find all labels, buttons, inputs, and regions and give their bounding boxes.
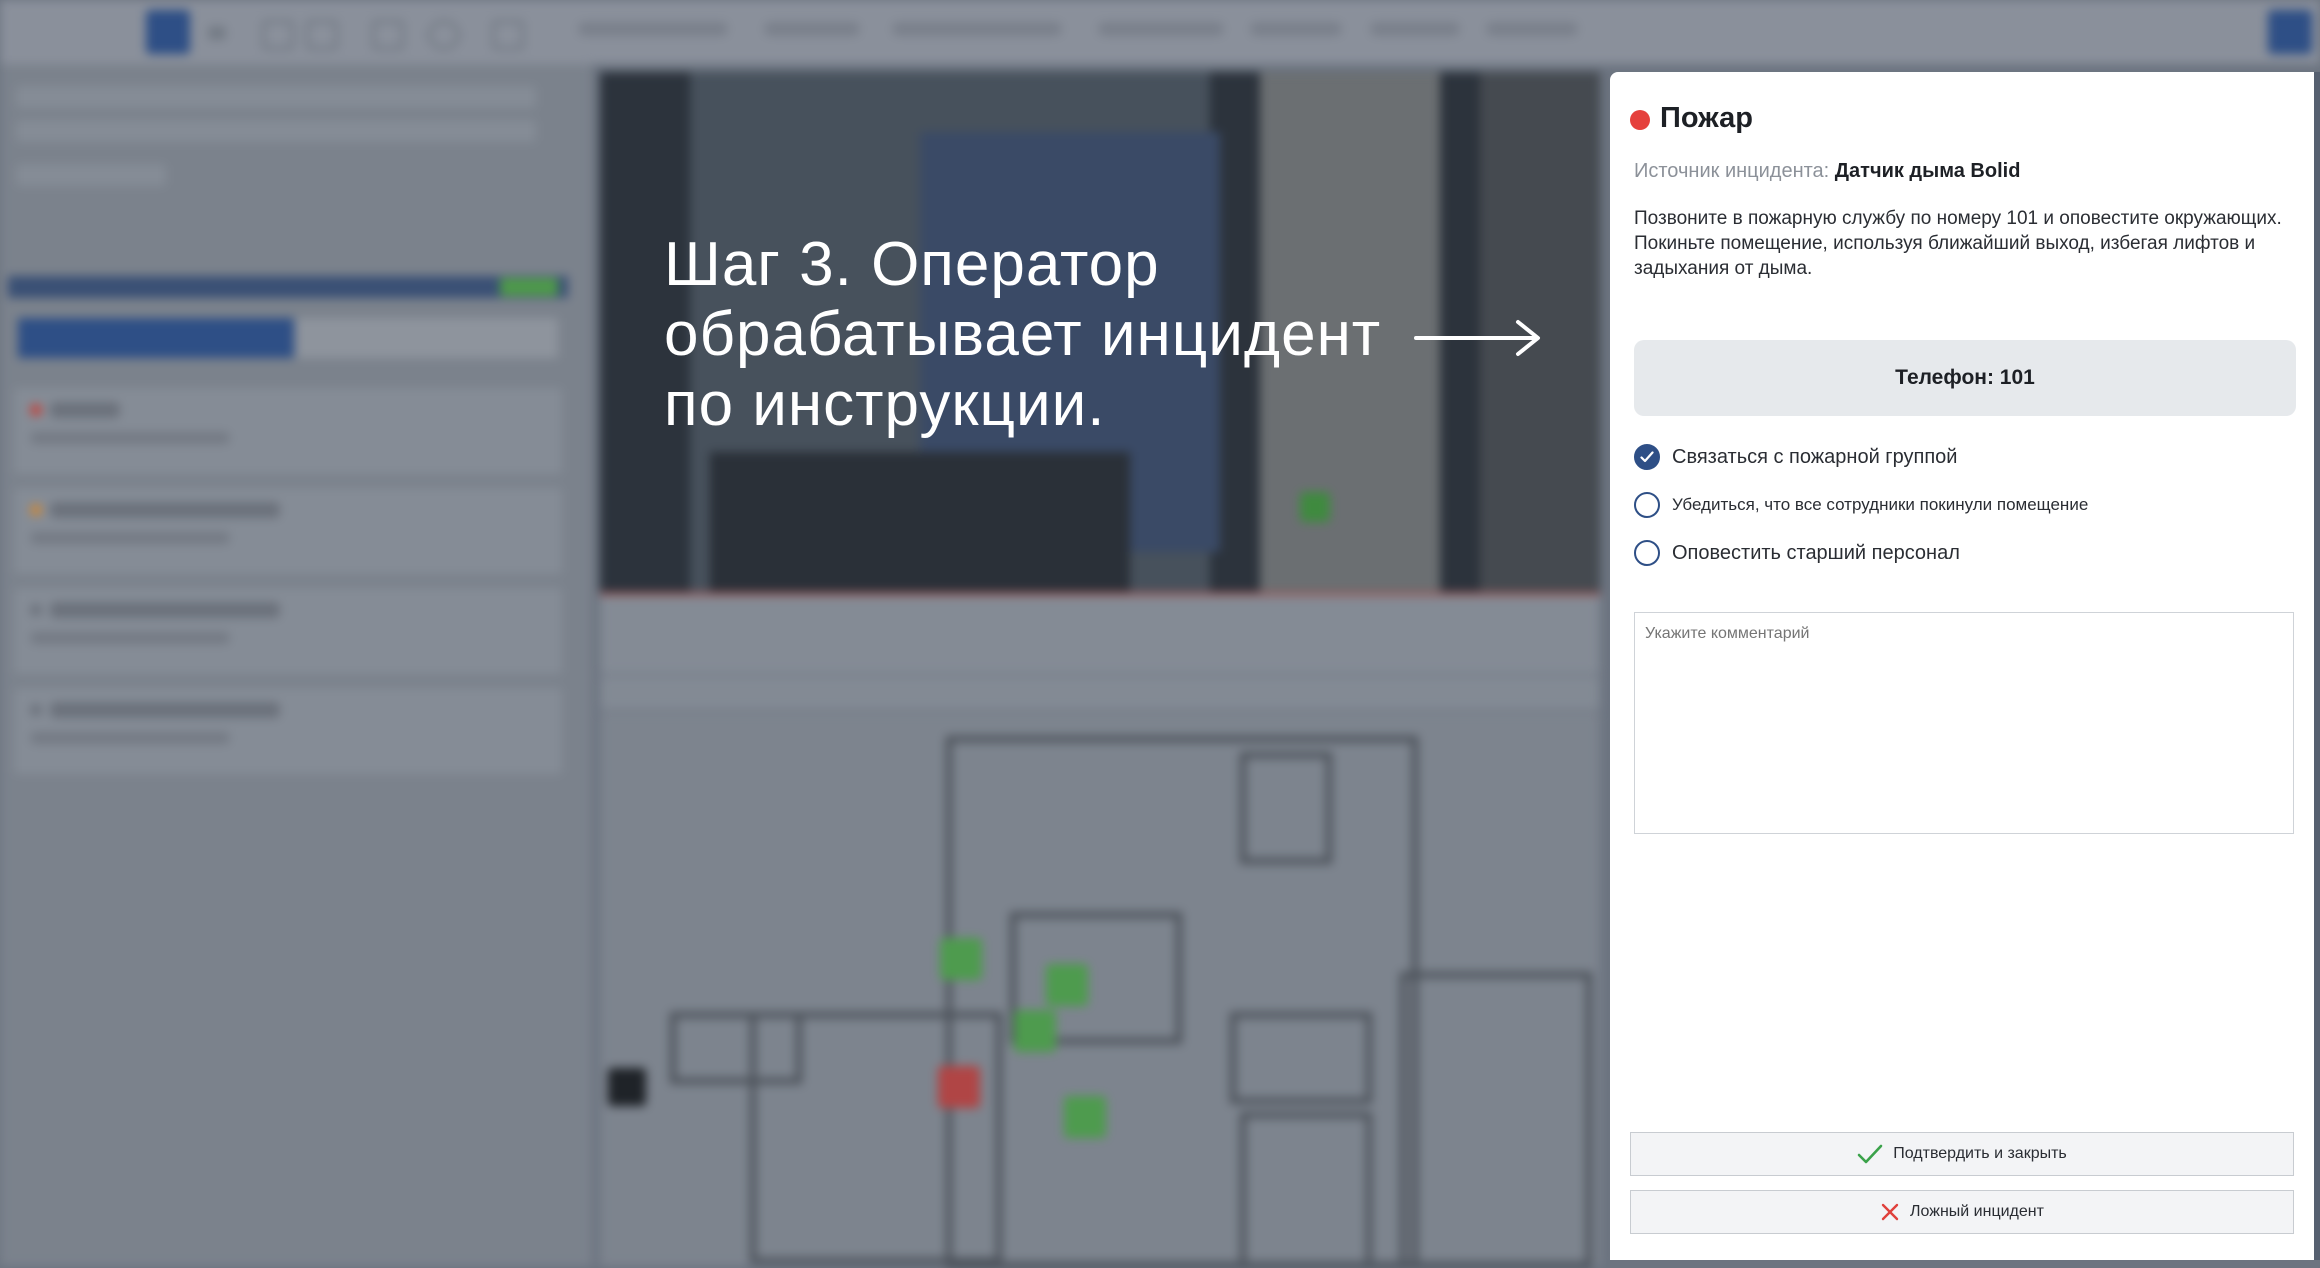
checklist-item[interactable]: Убедиться, что все сотрудники покинули п… bbox=[1634, 492, 2088, 518]
checklist-item-label: Оповестить старший персонал bbox=[1672, 541, 1960, 564]
list-item bbox=[14, 488, 562, 574]
confirm-close-label: Подтвердить и закрыть bbox=[1893, 1145, 2067, 1162]
tab-inactive bbox=[296, 318, 558, 358]
incident-panel: Пожар Источник инцидента: Датчик дыма Bo… bbox=[1610, 72, 2314, 1260]
tab-active bbox=[18, 318, 294, 358]
sensor-marker-ok bbox=[1014, 1010, 1056, 1052]
list-item-subtitle bbox=[30, 632, 230, 644]
checklist-item-label: Убедиться, что все сотрудники покинули п… bbox=[1672, 495, 2089, 514]
progress-bar bbox=[8, 276, 568, 298]
timeline-marker bbox=[600, 592, 1600, 596]
list-item-title bbox=[50, 502, 280, 518]
map-control-icon bbox=[608, 1068, 646, 1106]
camera-icon bbox=[428, 20, 460, 50]
menu-item bbox=[1486, 22, 1578, 36]
sensor-marker-ok bbox=[940, 938, 982, 980]
map-toolbar bbox=[600, 676, 1600, 710]
status-dot bbox=[30, 604, 42, 616]
list-item-subtitle bbox=[30, 432, 230, 444]
floor-plan bbox=[600, 712, 1600, 1268]
check-icon bbox=[1640, 451, 1654, 463]
status-dot bbox=[30, 704, 42, 716]
menu-item bbox=[764, 22, 860, 36]
menu-item bbox=[1370, 22, 1460, 36]
menu-item bbox=[578, 22, 728, 36]
check-icon bbox=[1857, 1144, 1883, 1164]
confirm-close-button[interactable]: Подтвердить и закрыть bbox=[1630, 1132, 2294, 1176]
filter-row bbox=[16, 86, 536, 108]
menu-item bbox=[1250, 22, 1342, 36]
checklist-item[interactable]: Связаться с пожарной группой bbox=[1634, 444, 1957, 470]
grid-icon bbox=[306, 20, 338, 50]
sensor-marker-alarm bbox=[938, 1066, 980, 1108]
comment-input[interactable] bbox=[1634, 612, 2294, 834]
list-item bbox=[14, 688, 562, 774]
layout-icon bbox=[262, 20, 294, 50]
checklist-item[interactable]: Оповестить старший персонал bbox=[1634, 540, 1960, 566]
sensor-marker-ok bbox=[1046, 964, 1088, 1006]
export-icon bbox=[492, 20, 524, 50]
list-item-title bbox=[50, 702, 280, 718]
menu-item bbox=[1098, 22, 1224, 36]
incident-source: Источник инцидента: Датчик дыма Bolid bbox=[1634, 160, 2020, 183]
incident-title: Пожар bbox=[1660, 102, 1753, 134]
plan-wall bbox=[750, 1012, 1002, 1264]
plan-wall bbox=[1230, 1012, 1372, 1104]
phone-button[interactable]: Телефон: 101 bbox=[1634, 340, 2296, 416]
incident-source-value: Датчик дыма Bolid bbox=[1834, 160, 2021, 182]
video-timeline bbox=[600, 592, 1600, 674]
checklist-item-label: Связаться с пожарной группой bbox=[1672, 445, 1958, 468]
plan-wall bbox=[1400, 972, 1592, 1268]
incident-source-label: Источник инцидента: bbox=[1634, 160, 1830, 182]
user-icon bbox=[2268, 10, 2312, 54]
arrow-right-icon bbox=[1414, 320, 1540, 356]
list-item-subtitle bbox=[30, 532, 230, 544]
list-item bbox=[14, 388, 562, 474]
list-item-title bbox=[50, 402, 120, 418]
list-item-title bbox=[50, 602, 280, 618]
home-icon bbox=[146, 10, 190, 54]
filter-row bbox=[16, 164, 166, 186]
list-item-subtitle bbox=[30, 732, 230, 744]
tool-icon bbox=[372, 20, 404, 50]
list-item bbox=[14, 588, 562, 674]
plan-wall bbox=[1240, 1112, 1372, 1268]
incident-status-dot bbox=[1630, 110, 1650, 130]
false-incident-label: Ложный инцидент bbox=[1910, 1203, 2044, 1220]
status-dot bbox=[30, 404, 42, 416]
camera-marker bbox=[1300, 492, 1330, 522]
progress-fill bbox=[500, 278, 558, 296]
app-logo bbox=[18, 16, 128, 46]
false-incident-button[interactable]: Ложный инцидент bbox=[1630, 1190, 2294, 1234]
menu-icon bbox=[208, 26, 226, 40]
checkbox-checked[interactable] bbox=[1634, 444, 1660, 470]
plan-wall bbox=[1240, 752, 1332, 864]
close-icon bbox=[1881, 1203, 1899, 1221]
menu-item bbox=[892, 22, 1062, 36]
incident-instructions: Позвоните в пожарную службу по номеру 10… bbox=[1634, 208, 2282, 279]
checkbox-unchecked[interactable] bbox=[1634, 540, 1660, 566]
status-dot bbox=[30, 504, 42, 516]
app-top-bar bbox=[0, 0, 2320, 64]
sensor-marker-ok bbox=[1064, 1096, 1106, 1138]
incident-list-panel bbox=[0, 64, 592, 1266]
checkbox-unchecked[interactable] bbox=[1634, 492, 1660, 518]
panel-edge bbox=[2314, 72, 2320, 1260]
step-caption: Шаг 3. Оператор обрабатывает инцидент по… bbox=[664, 230, 1382, 439]
phone-label: Телефон: 101 bbox=[1895, 366, 2035, 389]
video-region bbox=[710, 452, 1130, 592]
filter-row bbox=[16, 120, 536, 142]
